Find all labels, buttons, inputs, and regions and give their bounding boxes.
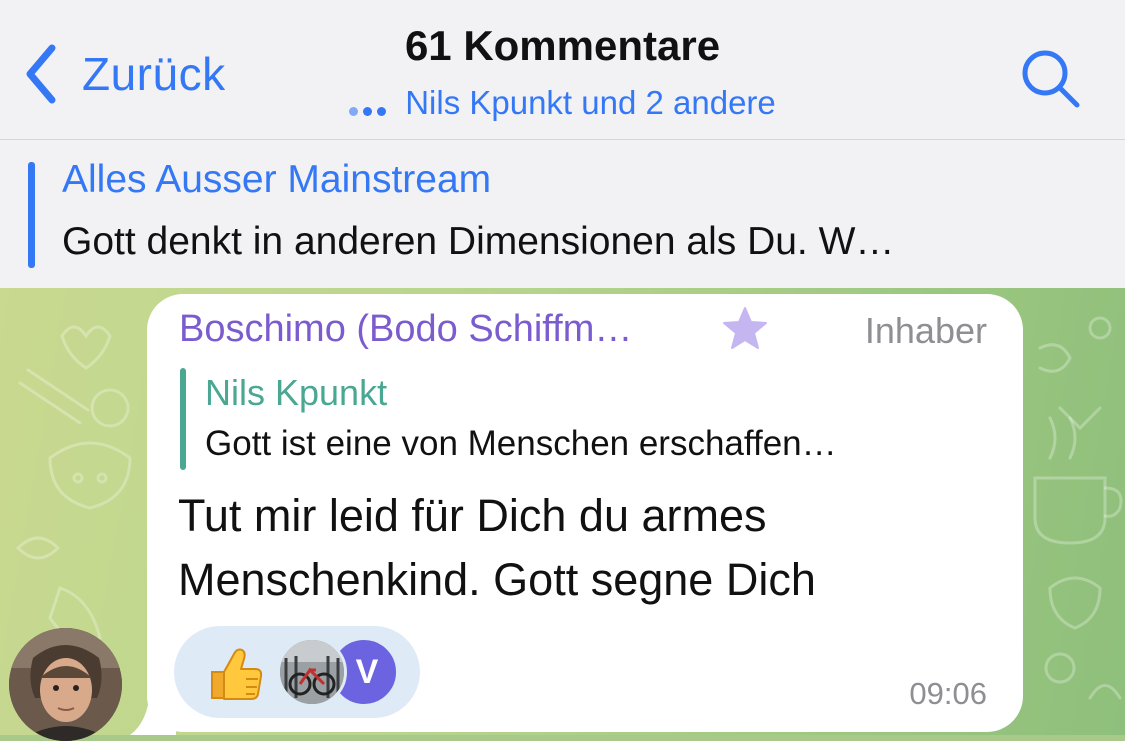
reaction-chip[interactable]: V <box>174 626 420 718</box>
original-post-banner[interactable]: Alles Ausser Mainstream Gott denkt in an… <box>0 140 1125 288</box>
page-title: 61 Kommentare <box>404 22 721 69</box>
reactor-avatar-letter: V <box>355 652 379 691</box>
message-time: 09:06 <box>909 676 987 711</box>
reply-quote-text[interactable]: Gott ist eine von Menschen erschaffen… <box>205 424 837 464</box>
message-bubble[interactable]: Boschimo (Bodo Schiffm… Inhaber Nils Kpu… <box>147 294 1023 732</box>
sender-avatar[interactable] <box>9 628 122 741</box>
banner-text: Gott denkt in anderen Dimensionen als Du… <box>62 220 895 263</box>
message-text: Tut mir leid für Dich du armes Menschenk… <box>178 490 816 605</box>
reply-quote-name[interactable]: Nils Kpunkt <box>205 372 387 414</box>
role-badge: Inhaber <box>864 310 987 351</box>
star-icon <box>723 307 767 349</box>
typing-status-text: Nils Kpunkt und 2 andere <box>405 84 776 121</box>
thumbs-up-icon <box>211 648 263 700</box>
typing-status: Nils Kpunkt und 2 andere <box>0 84 1125 124</box>
banner-title: Alles Ausser Mainstream <box>62 158 492 201</box>
typing-dots-icon <box>349 86 391 124</box>
banner-accent-bar <box>28 162 35 268</box>
sender-name[interactable]: Boschimo (Bodo Schiffm… <box>179 308 632 351</box>
search-icon[interactable] <box>1019 47 1081 109</box>
chat-header: Zurück 61 Kommentare Nils Kpunkt und 2 a… <box>0 0 1125 140</box>
reply-quote-bar <box>180 368 186 470</box>
reactor-avatar-photo <box>277 637 347 707</box>
